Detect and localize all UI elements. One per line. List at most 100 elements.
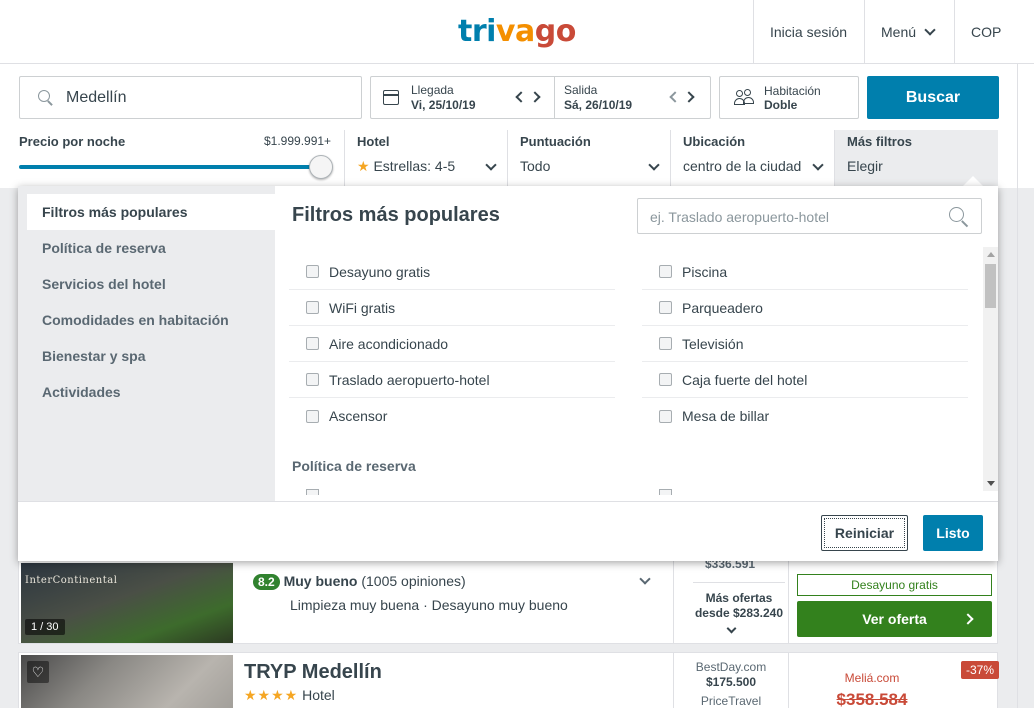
filter-option-parking[interactable]: Parqueadero xyxy=(642,290,968,326)
partner-name-2: PriceTravel xyxy=(700,694,762,708)
hotel-card[interactable]: InterContinental 1 / 30 8.2 Muy bueno (1… xyxy=(18,548,998,644)
hotel-name[interactable]: TRYP Medellín xyxy=(244,661,382,684)
filter-option-label: Televisión xyxy=(682,335,744,352)
date-picker[interactable]: Llegada Vi, 25/10/19 Salida Sá, 26/10/19 xyxy=(370,76,711,119)
checkout-next-icon[interactable] xyxy=(683,91,695,103)
checkin-next-icon[interactable] xyxy=(529,91,541,103)
filter-option-label: Ascensor xyxy=(329,408,388,424)
reset-button[interactable]: Reiniciar xyxy=(821,515,908,551)
divider xyxy=(788,549,789,644)
more-offers-link[interactable]: Más ofertas desde $283.240 xyxy=(679,591,799,621)
scroll-up-icon[interactable] xyxy=(987,252,995,257)
hotel-filter-value: ★ Estrellas: 4-5 xyxy=(357,158,455,175)
nav-hotel-services[interactable]: Servicios del hotel xyxy=(27,266,275,302)
filter-option-label: Piscina xyxy=(682,263,728,280)
divider xyxy=(788,653,789,708)
score-badge: 8.2 xyxy=(253,574,280,590)
trivago-logo[interactable]: trivago xyxy=(458,14,576,49)
filter-option-breakfast[interactable]: Desayuno gratis xyxy=(289,254,615,290)
hotel-photo[interactable]: ♡ xyxy=(21,655,233,708)
partner-price: $175.500 xyxy=(705,675,757,689)
filter-option-label: Parqueadero xyxy=(682,299,763,316)
main-partner-name: Meliá.com xyxy=(844,671,900,685)
checkin-label: Llegada xyxy=(411,83,454,97)
search-icon xyxy=(949,207,969,227)
checkbox[interactable] xyxy=(306,265,319,278)
hotel-brand-text: InterContinental xyxy=(25,575,118,586)
chevron-down-icon xyxy=(726,623,737,634)
hotel-rating: 8.2 Muy bueno (1005 opiniones) xyxy=(253,573,466,590)
checkbox[interactable] xyxy=(306,301,319,314)
heart-icon[interactable]: ♡ xyxy=(27,661,49,683)
hotel-type: Hotel xyxy=(302,687,335,703)
chevron-down-icon xyxy=(812,159,824,171)
breakfast-tag: Desayuno gratis xyxy=(797,574,992,596)
filter-option-wifi[interactable]: WiFi gratis xyxy=(289,290,615,326)
location-filter[interactable]: Ubicación centro de la ciudad xyxy=(670,130,834,188)
nav-booking-policy[interactable]: Política de reserva xyxy=(27,230,275,266)
checkbox[interactable] xyxy=(659,301,672,314)
price-slider-handle[interactable] xyxy=(309,155,333,179)
checkout-prev-icon[interactable] xyxy=(669,91,681,103)
partner-offer[interactable]: BestDay.com $175.500 PriceTravel xyxy=(679,660,783,708)
chevron-down-icon xyxy=(648,159,660,171)
login-link[interactable]: Inicia sesión xyxy=(753,0,864,63)
done-button[interactable]: Listo xyxy=(923,515,983,551)
checkbox[interactable] xyxy=(659,265,672,278)
filter-option-airport-shuttle[interactable]: Traslado aeropuerto-hotel xyxy=(289,362,615,398)
chevron-down-icon[interactable] xyxy=(639,573,651,585)
checkbox[interactable] xyxy=(659,373,672,386)
nav-room-amenities[interactable]: Comodidades en habitación xyxy=(27,302,275,338)
discount-badge: -37% xyxy=(961,661,1000,679)
scroll-thumb[interactable] xyxy=(985,264,996,308)
menu-button[interactable]: Menú xyxy=(864,0,954,63)
filter-option-pool[interactable]: Piscina xyxy=(642,254,968,290)
checkbox[interactable] xyxy=(306,337,319,350)
checkbox-partial xyxy=(659,489,672,495)
search-button[interactable]: Buscar xyxy=(867,76,999,119)
checkin-value[interactable]: Vi, 25/10/19 xyxy=(411,98,476,112)
guests-icon xyxy=(734,89,754,105)
filter-search-input[interactable]: ej. Traslado aeropuerto-hotel xyxy=(637,198,982,234)
scroll-down-icon[interactable] xyxy=(987,481,995,486)
view-deal-button[interactable]: Ver oferta xyxy=(797,601,992,637)
filter-option-billiards[interactable]: Mesa de billar xyxy=(642,398,968,434)
room-label: Habitación xyxy=(764,84,821,98)
menu-label: Menú xyxy=(881,23,917,40)
chevron-down-icon xyxy=(924,23,936,36)
page-edge xyxy=(1017,64,1018,708)
filter-option-tv[interactable]: Televisión xyxy=(642,326,968,362)
rating-filter[interactable]: Puntuación Todo xyxy=(507,130,670,188)
logo-part-2: va xyxy=(495,14,535,49)
chevron-right-icon xyxy=(962,613,974,625)
more-filters-modal: Filtros más populares Política de reserv… xyxy=(18,186,998,561)
currency-selector[interactable]: COP xyxy=(954,0,1034,63)
logo-part-1: tri xyxy=(458,14,496,49)
nav-activities[interactable]: Actividades xyxy=(27,374,275,410)
location-filter-value: centro de la ciudad xyxy=(683,158,802,174)
nav-wellness-spa[interactable]: Bienestar y spa xyxy=(27,338,275,374)
checkout-value[interactable]: Sá, 26/10/19 xyxy=(564,98,632,112)
checkin-prev-icon[interactable] xyxy=(515,91,527,103)
checkbox[interactable] xyxy=(306,373,319,386)
star-icon: ★ xyxy=(357,158,370,174)
room-selector[interactable]: Habitación Doble xyxy=(719,76,859,119)
checkbox[interactable] xyxy=(306,409,319,423)
checkbox[interactable] xyxy=(659,337,672,350)
pane-scrollbar[interactable] xyxy=(983,247,998,491)
hotel-photo[interactable]: InterContinental 1 / 30 xyxy=(21,563,233,643)
filter-option-safe[interactable]: Caja fuerte del hotel xyxy=(642,362,968,398)
filter-option-ac[interactable]: Aire acondicionado xyxy=(289,326,615,362)
nav-popular-filters[interactable]: Filtros más populares xyxy=(27,194,275,230)
hotel-highlights: Limpieza muy buena · Desayuno muy bueno xyxy=(290,597,568,613)
header: trivago Inicia sesión Menú COP xyxy=(0,0,1034,64)
price-slider-track[interactable] xyxy=(19,165,321,169)
filter-option-elevator[interactable]: Ascensor xyxy=(289,398,615,434)
checkbox[interactable] xyxy=(659,409,672,423)
filters-pane: Filtros más populares ej. Traslado aerop… xyxy=(275,186,998,501)
hotel-filter[interactable]: Hotel ★ Estrellas: 4-5 xyxy=(344,130,507,188)
hotel-card[interactable]: ♡ TRYP Medellín ★★★★ Hotel BestDay.com $… xyxy=(18,652,1000,708)
destination-value: Medellín xyxy=(66,88,127,106)
stars-icon: ★★★★ xyxy=(244,687,299,703)
destination-input[interactable]: Medellín xyxy=(19,76,362,119)
